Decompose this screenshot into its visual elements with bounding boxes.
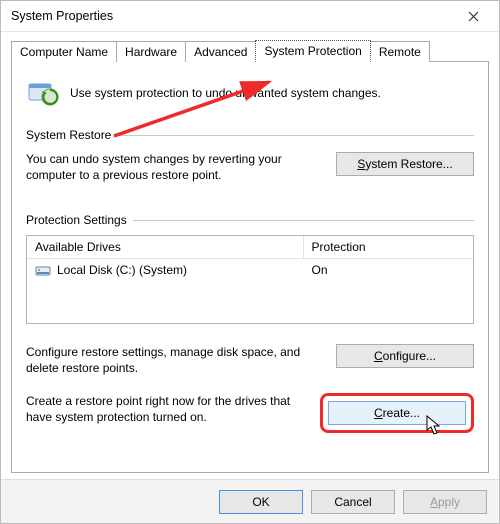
tab-computer-name[interactable]: Computer Name — [11, 41, 117, 62]
group-protection-settings: Protection Settings — [26, 213, 474, 227]
tab-advanced[interactable]: Advanced — [185, 41, 256, 62]
intro-row: Use system protection to undo unwanted s… — [26, 76, 474, 110]
system-restore-row: You can undo system changes by reverting… — [26, 152, 474, 183]
group-protection-settings-label: Protection Settings — [26, 213, 127, 227]
tab-hardware[interactable]: Hardware — [116, 41, 186, 62]
drives-table: Available Drives Protection Local Disk — [26, 235, 474, 324]
close-button[interactable] — [453, 2, 493, 30]
group-system-restore-label: System Restore — [26, 128, 111, 142]
create-button[interactable]: Create... — [328, 401, 466, 425]
cancel-button[interactable]: Cancel — [311, 490, 395, 514]
system-restore-text: You can undo system changes by reverting… — [26, 152, 336, 183]
configure-button[interactable]: Configure... — [336, 344, 474, 368]
annotation-highlight-box: Create... — [320, 393, 474, 433]
col-protection[interactable]: Protection — [304, 236, 473, 258]
titlebar: System Properties — [1, 1, 499, 32]
group-system-restore: System Restore — [26, 128, 474, 142]
tab-remote[interactable]: Remote — [370, 41, 430, 62]
close-icon — [468, 11, 479, 22]
configure-text: Configure restore settings, manage disk … — [26, 344, 336, 376]
intro-text: Use system protection to undo unwanted s… — [70, 86, 381, 100]
apply-button[interactable]: Apply — [403, 490, 487, 514]
table-row[interactable]: Local Disk (C:) (System) On — [27, 259, 473, 281]
tabs-row: Computer Name Hardware Advanced System P… — [1, 32, 499, 62]
create-text: Create a restore point right now for the… — [26, 393, 320, 425]
tab-system-protection[interactable]: System Protection — [255, 40, 370, 62]
table-empty-space — [27, 281, 473, 323]
divider — [133, 220, 474, 221]
system-restore-button[interactable]: System Restore... — [336, 152, 474, 176]
system-properties-window: System Properties Computer Name Hardware… — [0, 0, 500, 524]
drives-header: Available Drives Protection — [27, 236, 473, 259]
tab-panel-system-protection: Use system protection to undo unwanted s… — [11, 61, 489, 473]
create-row: Create a restore point right now for the… — [26, 393, 474, 433]
col-available-drives[interactable]: Available Drives — [27, 236, 304, 258]
window-title: System Properties — [11, 9, 453, 23]
configure-row: Configure restore settings, manage disk … — [26, 344, 474, 376]
system-protection-icon — [26, 76, 60, 110]
drive-name: Local Disk (C:) (System) — [57, 263, 187, 277]
drive-protection: On — [304, 259, 473, 281]
drive-icon — [35, 263, 51, 277]
ok-button[interactable]: OK — [219, 490, 303, 514]
divider — [117, 135, 474, 136]
dialog-button-bar: OK Cancel Apply — [1, 479, 499, 523]
drives-body: Local Disk (C:) (System) On — [27, 259, 473, 323]
